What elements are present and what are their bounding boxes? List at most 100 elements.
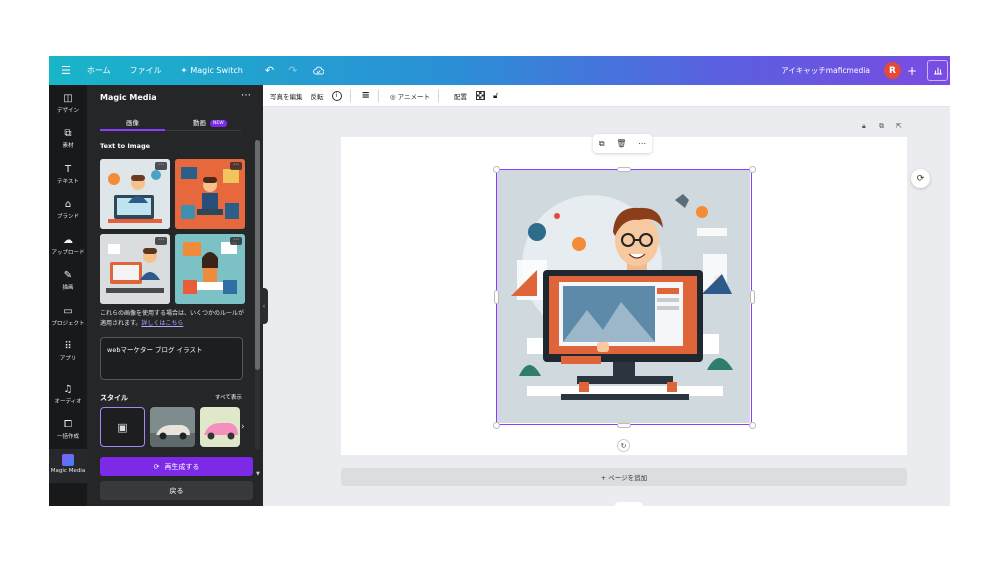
selected-image[interactable]: [492, 165, 756, 429]
page-lock-icon[interactable]: 🔒︎: [862, 122, 866, 131]
rail-item-elements[interactable]: ⧉ 素材: [49, 128, 87, 149]
home-button[interactable]: ホーム: [87, 65, 111, 76]
thumb-more-icon[interactable]: ⋯: [155, 237, 167, 245]
resize-handle-bottom[interactable]: [617, 422, 631, 428]
insights-chart-icon[interactable]: [927, 60, 948, 81]
bottom-panel-toggle[interactable]: [615, 502, 643, 506]
scrollbar-thumb[interactable]: [255, 140, 260, 370]
generated-image-3[interactable]: ⋯: [100, 234, 170, 304]
rail-item-audio[interactable]: ♫ オーディオ: [49, 384, 87, 405]
left-rail: ◫ デザイン ⧉ 素材 T テキスト ⌂ ブランド ☁ アップロード ✎ 描画 …: [49, 85, 87, 506]
undo-icon[interactable]: ↶: [265, 64, 274, 77]
rotate-handle-icon[interactable]: ↻: [617, 439, 630, 452]
web-marketer-illustration: [497, 170, 750, 423]
rail-item-draw[interactable]: ✎ 描画: [49, 270, 87, 291]
rail-item-projects[interactable]: ▭ プロジェクト: [49, 306, 87, 327]
redo-icon[interactable]: ↷: [288, 64, 297, 77]
text-icon: T: [64, 164, 72, 175]
toolbar-divider: [377, 89, 379, 102]
style-none[interactable]: ▣: [100, 407, 145, 447]
more-options-icon[interactable]: ⋯: [638, 139, 646, 148]
brand-icon: ⌂: [64, 199, 72, 210]
resize-handle-right[interactable]: [749, 290, 755, 304]
position-button[interactable]: 配置: [454, 91, 467, 101]
duplicate-page-icon[interactable]: ⧉: [879, 122, 884, 131]
rail-item-text[interactable]: T テキスト: [49, 164, 87, 185]
info-icon[interactable]: i: [331, 90, 342, 101]
section-title: Text to Image: [100, 142, 151, 150]
add-collaborator-icon[interactable]: +: [907, 64, 917, 78]
edit-photo-button[interactable]: 写真を編集: [270, 91, 303, 101]
layout-icon: ◫: [63, 93, 73, 104]
design-title[interactable]: アイキャッチmaficmedia: [781, 65, 870, 76]
border-style-icon[interactable]: ≡: [362, 90, 370, 101]
share-page-icon[interactable]: ⇱: [896, 122, 902, 130]
rail-item-magic-media[interactable]: Magic Media: [49, 449, 87, 483]
regenerate-side-icon[interactable]: ⟳: [911, 169, 930, 188]
element-floating-toolbar: ⧉ 🗑︎ ⋯: [593, 134, 652, 153]
upload-icon: ☁: [63, 235, 73, 246]
collapse-panel-handle[interactable]: ‹: [260, 288, 268, 324]
generated-image-4[interactable]: ⋯: [175, 234, 245, 304]
rail-item-label: 一括作成: [56, 434, 79, 440]
animate-button[interactable]: ◎ アニメート: [390, 91, 430, 101]
generated-image-2[interactable]: ⋯: [175, 159, 245, 229]
rail-item-label: オーディオ: [54, 399, 82, 405]
resize-handle-top[interactable]: [617, 166, 631, 172]
animate-icon: ◎: [389, 92, 396, 101]
copy-icon[interactable]: ⧉: [599, 139, 605, 149]
regenerate-label: 再生成する: [164, 462, 200, 471]
style-pink-preview: [200, 407, 240, 447]
generated-image-1[interactable]: ⋯: [100, 159, 170, 229]
resize-handle-left[interactable]: [493, 290, 499, 304]
rail-item-label: アプリ: [59, 356, 77, 362]
regenerate-button[interactable]: ⟳ 再生成する: [100, 457, 253, 476]
thumb-more-icon[interactable]: ⋯: [155, 162, 167, 170]
thumb-more-icon[interactable]: ⋯: [230, 162, 242, 170]
rail-item-label: デザイン: [56, 108, 79, 114]
cloud-saved-icon[interactable]: [313, 66, 325, 75]
rail-item-brand[interactable]: ⌂ ブランド: [49, 199, 87, 220]
add-page-button[interactable]: + ページを追加: [341, 468, 907, 486]
resize-handle-bottom-right[interactable]: [748, 421, 756, 429]
thumb-more-icon[interactable]: ⋯: [230, 237, 242, 245]
panel-title: Magic Media: [100, 93, 157, 102]
magic-media-icon: [62, 454, 74, 466]
see-all-link[interactable]: すべて表示: [215, 393, 242, 401]
style-photo[interactable]: [150, 407, 195, 447]
trash-icon[interactable]: 🗑︎: [616, 139, 626, 148]
more-options-icon[interactable]: ⋯: [241, 90, 251, 101]
refresh-icon: ⟳: [153, 462, 160, 471]
top-bar: ☰ ホーム ファイル ✦ Magic Switch ↶ ↷ アイキャッチmafi…: [49, 56, 950, 85]
prompt-input[interactable]: webマーケター ブログ イラスト: [100, 337, 243, 380]
rail-item-apps[interactable]: ⠿ アプリ: [49, 341, 87, 362]
transparency-icon[interactable]: [476, 91, 486, 100]
hamburger-icon[interactable]: ☰: [61, 64, 71, 77]
file-menu[interactable]: ファイル: [130, 65, 162, 76]
scroll-down-icon[interactable]: ▼: [256, 471, 260, 477]
toolbar-divider: [438, 89, 440, 102]
new-badge: NEW: [210, 119, 227, 127]
rail-item-label: 素材: [62, 143, 74, 149]
rail-item-bulk-create[interactable]: ⧠ 一括作成: [49, 419, 87, 440]
learn-more-link[interactable]: 詳しくはこちら: [141, 320, 183, 327]
magic-switch-button[interactable]: ✦ Magic Switch: [181, 66, 243, 75]
magic-switch-label: Magic Switch: [190, 66, 243, 75]
resize-handle-bottom-left[interactable]: [492, 421, 500, 429]
flip-button[interactable]: 反転: [311, 91, 324, 101]
rail-item-design[interactable]: ◫ デザイン: [49, 93, 87, 114]
chevron-right-icon[interactable]: ›: [241, 422, 245, 432]
tab-video[interactable]: 動画 NEW: [193, 117, 227, 127]
draw-icon: ✎: [63, 270, 73, 281]
style-pink[interactable]: [200, 407, 240, 447]
avatar[interactable]: R: [883, 62, 901, 79]
rail-item-label: プロジェクト: [51, 321, 85, 327]
resize-handle-top-left[interactable]: [492, 165, 500, 173]
tab-image[interactable]: 画像: [126, 117, 139, 127]
resize-handle-top-right[interactable]: [748, 165, 756, 173]
tab-video-label: 動画: [193, 119, 206, 127]
rail-item-uploads[interactable]: ☁ アップロード: [49, 235, 87, 256]
lock-icon[interactable]: 🔓︎: [493, 91, 498, 101]
back-button[interactable]: 戻る: [100, 481, 253, 500]
music-icon: ♫: [63, 384, 73, 395]
